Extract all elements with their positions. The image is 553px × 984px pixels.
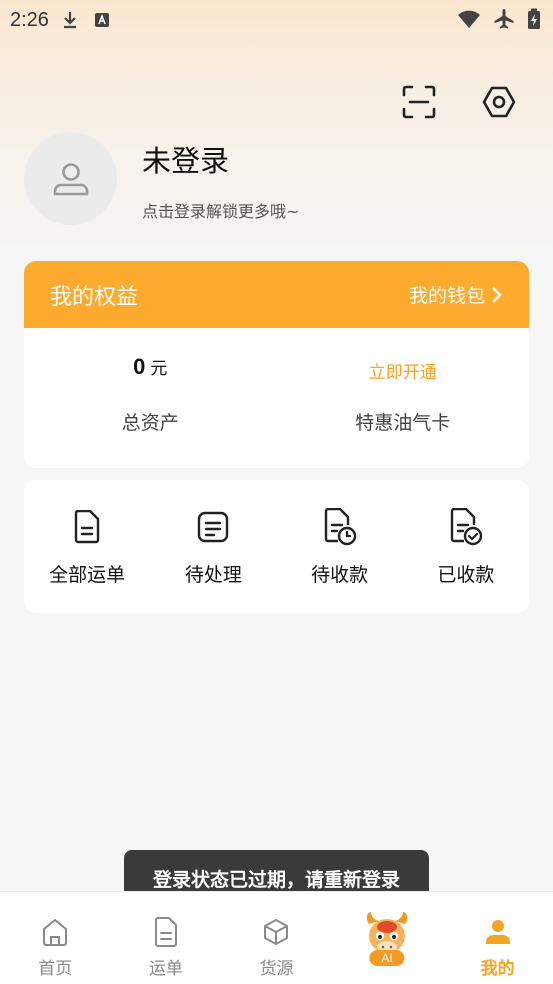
tab-mine-label: 我的 (480, 959, 515, 979)
order-paid[interactable]: 已收款 (403, 480, 529, 613)
user-icon (483, 916, 513, 948)
tab-mine[interactable]: 我的 (442, 892, 553, 984)
top-actions (399, 82, 519, 122)
document-icon (70, 508, 104, 546)
order-pending[interactable]: 待处理 (150, 480, 276, 613)
order-all-label: 全部运单 (49, 564, 126, 586)
total-assets[interactable]: 0 元 总资产 (24, 328, 277, 468)
waybill-icon (151, 916, 181, 948)
gear-icon (482, 86, 516, 118)
avatar[interactable] (24, 132, 117, 225)
cube-icon (261, 916, 291, 948)
order-pending-label: 待处理 (184, 564, 242, 586)
benefits-title: 我的权益 (50, 284, 139, 310)
document-clock-icon (323, 508, 357, 546)
user-placeholder-icon (53, 162, 88, 195)
bottom-tab-bar: 首页 运单 货源 AI 我的 (0, 891, 553, 984)
tab-home[interactable]: 首页 (0, 892, 111, 984)
tab-waybill-label: 运单 (148, 959, 183, 979)
tab-ai[interactable]: AI (332, 892, 443, 984)
total-assets-value: 0 (133, 354, 146, 379)
battery-charging-icon (527, 8, 541, 35)
order-awaiting-payment[interactable]: 待收款 (277, 480, 403, 613)
orders-card: 全部运单 待处理 待收款 已收款 (24, 480, 529, 613)
chevron-right-icon (492, 286, 502, 303)
tab-cargo-label: 货源 (259, 959, 294, 979)
app-notification-icon (91, 9, 113, 31)
settings-button[interactable] (479, 82, 519, 122)
benefits-card: 我的权益 我的钱包 0 元 总资产 立即开通 特惠油气卡 (24, 261, 529, 468)
document-check-icon (449, 508, 483, 546)
benefits-body: 0 元 总资产 立即开通 特惠油气卡 (24, 328, 529, 468)
tab-cargo[interactable]: 货源 (221, 892, 332, 984)
wifi-icon (457, 9, 481, 34)
login-hint[interactable]: 点击登录解锁更多哦~ (142, 198, 299, 222)
order-awaiting-payment-label: 待收款 (311, 564, 369, 586)
ai-badge: AI (369, 950, 405, 966)
order-all[interactable]: 全部运单 (24, 480, 150, 613)
my-wallet-label: 我的钱包 (408, 285, 485, 307)
fuel-card[interactable]: 立即开通 特惠油气卡 (277, 328, 530, 468)
total-assets-label: 总资产 (121, 412, 179, 434)
status-bar: 2:26 (0, 0, 553, 40)
benefits-header: 我的权益 我的钱包 (24, 261, 529, 328)
fuel-card-label: 特惠油气卡 (355, 412, 451, 434)
username-login-link[interactable]: 未登录 (142, 138, 229, 180)
open-now-link[interactable]: 立即开通 (277, 358, 530, 383)
tab-home-label: 首页 (38, 959, 73, 979)
order-paid-label: 已收款 (437, 564, 495, 586)
tab-waybill[interactable]: 运单 (111, 892, 222, 984)
total-assets-amount: 0 元 (24, 354, 277, 380)
status-time: 2:26 (10, 8, 49, 31)
my-wallet-link[interactable]: 我的钱包 (409, 281, 503, 308)
scan-button[interactable] (399, 82, 439, 122)
note-icon (196, 508, 230, 546)
download-icon (59, 9, 81, 31)
scan-icon (402, 85, 436, 119)
airplane-mode-icon (493, 8, 515, 35)
total-assets-unit: 元 (150, 359, 168, 379)
home-icon (40, 916, 70, 948)
